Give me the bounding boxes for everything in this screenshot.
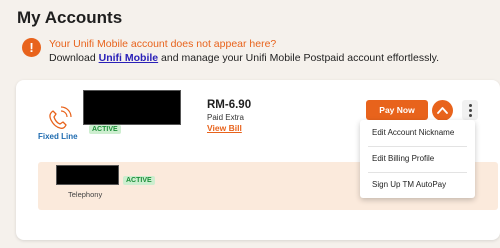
collapse-button[interactable] <box>432 100 453 121</box>
menu-item-edit-billing-profile[interactable]: Edit Billing Profile <box>360 146 475 172</box>
kebab-dot-icon <box>468 109 472 112</box>
bill-amount: RM-6.90 <box>207 99 252 111</box>
notice-headline: Your Unifi Mobile account does not appea… <box>49 38 277 50</box>
more-options-button[interactable] <box>462 100 478 120</box>
page-title: My Accounts <box>17 8 123 27</box>
view-bill-link[interactable]: View Bill <box>207 123 242 133</box>
menu-item-edit-nickname[interactable]: Edit Account Nickname <box>360 120 475 146</box>
page: My Accounts ! Your Unifi Mobile account … <box>0 0 500 248</box>
redacted-account-name <box>83 90 181 125</box>
kebab-dot-icon <box>468 104 472 107</box>
exclamation-icon: ! <box>22 38 41 57</box>
service-status-badge: ACTIVE <box>123 176 155 185</box>
notice-text: Download Unifi Mobile and manage your Un… <box>49 52 439 64</box>
menu-item-sign-up-autopay[interactable]: Sign Up TM AutoPay <box>360 172 475 198</box>
notice-text-before: Download <box>49 52 99 64</box>
redacted-service-number <box>56 165 119 185</box>
amount-note: Paid Extra <box>207 113 244 122</box>
account-options-menu: Edit Account Nickname Edit Billing Profi… <box>360 120 475 198</box>
kebab-dot-icon <box>468 114 472 117</box>
unifi-mobile-link[interactable]: Unifi Mobile <box>99 52 159 64</box>
notice-text-after: and manage your Unifi Mobile Postpaid ac… <box>158 52 440 64</box>
service-label: Telephony <box>68 190 103 199</box>
line-type-label: Fixed Line <box>38 132 78 141</box>
status-badge: ACTIVE <box>89 125 121 134</box>
pay-now-button[interactable]: Pay Now <box>366 100 428 120</box>
fixed-line-phone-icon <box>49 106 72 129</box>
chevron-up-icon <box>437 107 448 114</box>
